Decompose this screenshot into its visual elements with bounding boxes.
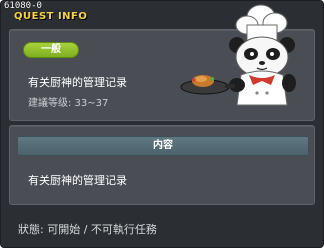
content-text: 有关厨神的管理记录 [28, 174, 127, 187]
quest-name: 有关厨神的管理记录 [28, 76, 127, 89]
quest-id: 61080-0 [4, 1, 42, 11]
status-value: 可開始 / 不可執行任務 [47, 223, 157, 236]
quest-info-window: 61080-0 QUEST INFO 一般 有关厨神的管理记录 建議等级: 33… [0, 0, 324, 248]
category-badge: 一般 [23, 42, 79, 58]
quest-status: 狀態: 可開始 / 不可執行任務 [18, 221, 157, 237]
content-header: 内容 [17, 136, 309, 156]
status-label: 狀態: [18, 223, 44, 236]
quest-content-panel: 内容 有关厨神的管理记录 [9, 125, 315, 205]
window-title: QUEST INFO [14, 11, 88, 22]
recommended-level: 建議等级: 33~37 [28, 98, 109, 109]
panda-chef-icon [180, 4, 296, 106]
